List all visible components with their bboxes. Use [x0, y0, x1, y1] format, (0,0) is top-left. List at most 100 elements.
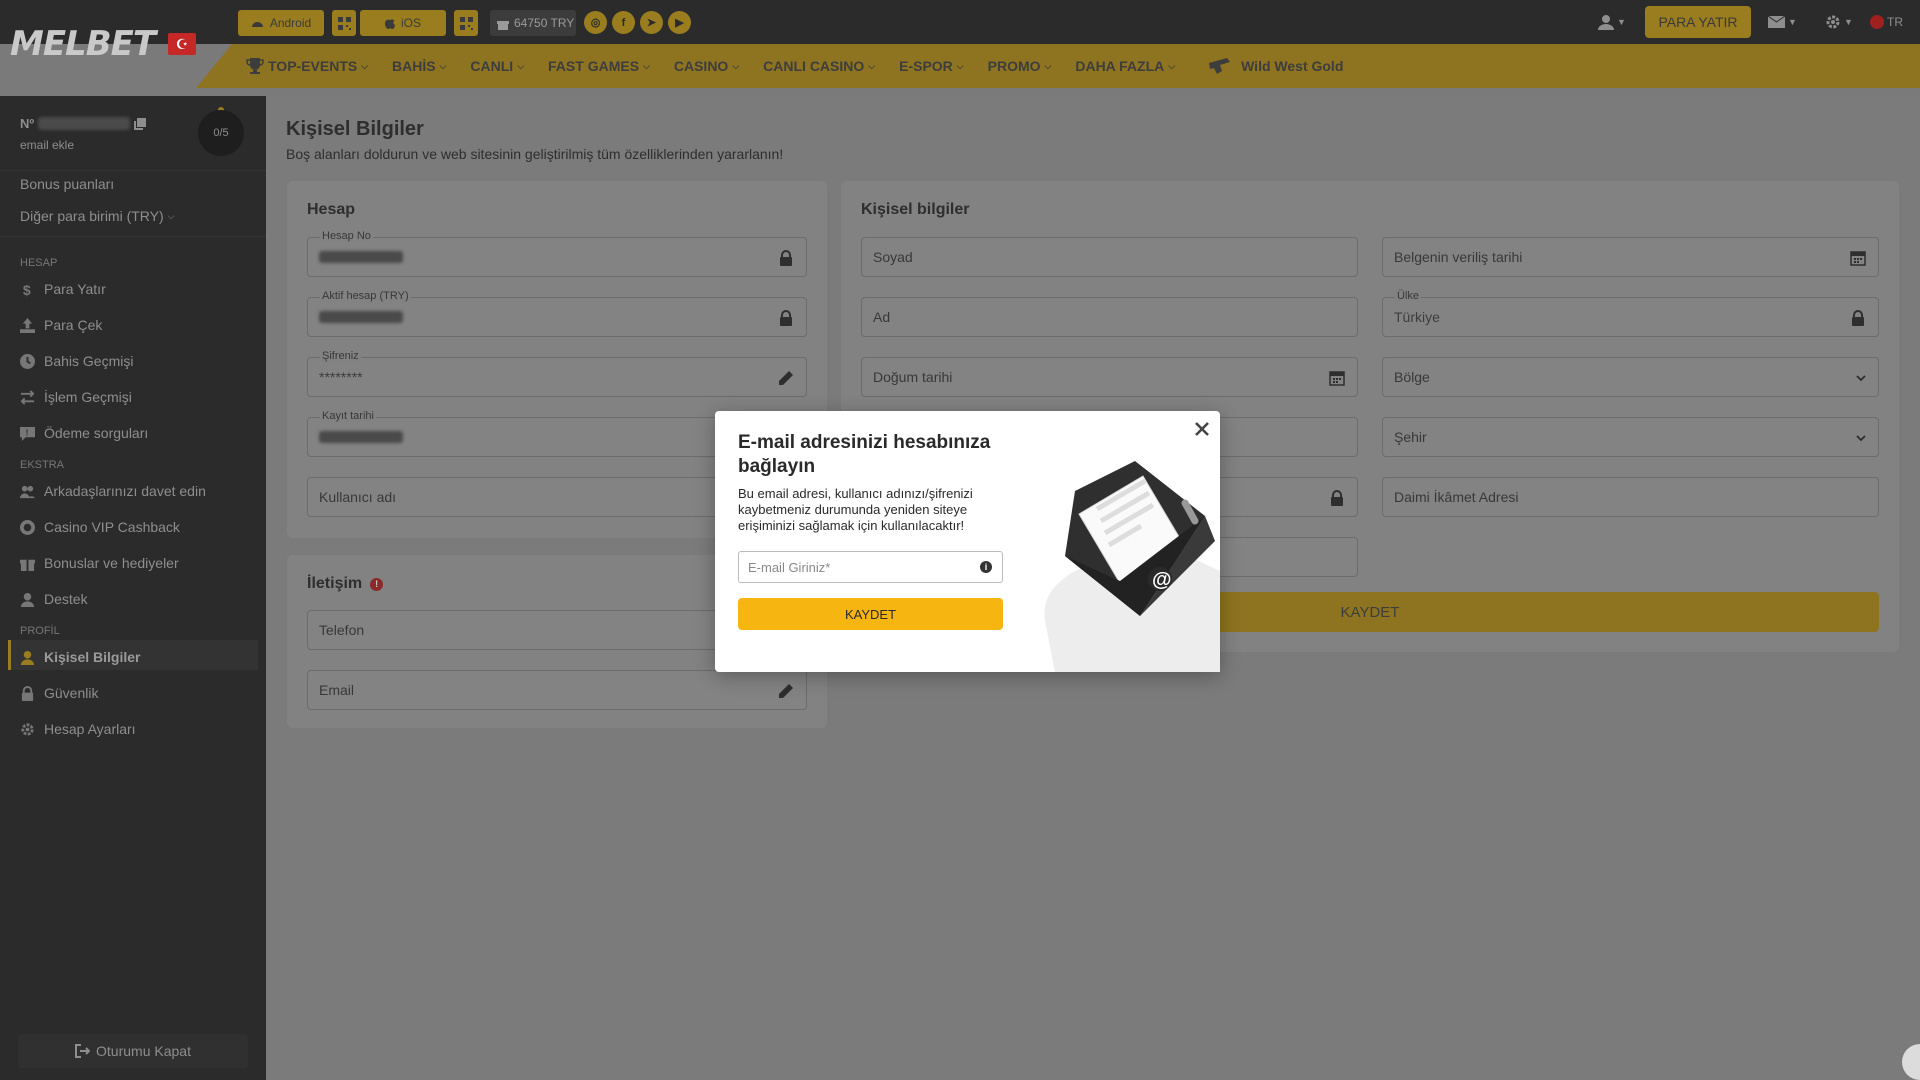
android-qr-button[interactable]	[332, 10, 356, 36]
password-value: ********	[319, 369, 363, 385]
nav-bahis[interactable]: BAHİS ⌵	[392, 58, 446, 74]
bonus-points-label: Bonus puanları	[20, 176, 115, 192]
field-label: Hesap No	[320, 230, 373, 242]
chevron-down-icon: ⌵	[361, 60, 369, 71]
transfer-arrows-icon	[20, 389, 35, 405]
personal-card-title: Kişisel bilgiler	[861, 201, 969, 219]
sidebar-item-casino-vip-cashback[interactable]: Casino VIP Cashback	[20, 519, 180, 535]
chevron-down-icon: ▼	[1844, 17, 1853, 27]
address-placeholder: Daimi İkâmet Adresi	[1394, 489, 1519, 505]
calendar-icon[interactable]	[1329, 370, 1345, 386]
nav-label: BAHİS	[392, 58, 436, 74]
issue-date-field[interactable]: Belgenin veriliş tarihi	[1382, 237, 1879, 277]
address-field[interactable]: Daimi İkâmet Adresi	[1382, 477, 1879, 517]
sidebar-item-label: Kişisel Bilgiler	[44, 649, 141, 665]
pencil-icon[interactable]	[778, 683, 794, 699]
gift-icon	[20, 559, 35, 571]
info-icon[interactable]: i	[980, 561, 992, 573]
nav-top-events[interactable]: TOP-EVENTS ⌵	[246, 58, 368, 74]
copy-icon[interactable]	[134, 117, 147, 130]
email-input[interactable]	[738, 551, 1003, 583]
profile-progress: 0/5	[198, 110, 244, 156]
birth-date-placeholder: Doğum tarihi	[873, 369, 953, 385]
chevron-down-icon: ⌵	[1044, 60, 1052, 71]
birth-date-field[interactable]: Doğum tarihi	[861, 357, 1358, 397]
nav-label: PROMO	[987, 58, 1041, 74]
user-icon	[20, 650, 35, 665]
sidebar-item-withdraw[interactable]: Para Çek	[20, 317, 102, 333]
card-title-text: Kişisel bilgiler	[861, 201, 970, 218]
sidebar-item-payment-queries[interactable]: ! Ödeme sorguları	[20, 425, 148, 441]
email-field[interactable]: Email	[307, 670, 807, 710]
melbet-logo[interactable]: MELBET	[10, 24, 156, 64]
sidebar-item-bonuses-gifts[interactable]: Bonuslar ve hediyeler	[20, 555, 179, 571]
pencil-icon[interactable]	[778, 370, 794, 386]
sidebar-item-label: Bahis Geçmişi	[44, 353, 134, 369]
nav-fast-games[interactable]: FAST GAMES ⌵	[548, 58, 650, 74]
hidden-value	[319, 251, 403, 263]
sidebar-item-label: Casino VIP Cashback	[44, 519, 180, 535]
city-select[interactable]: Şehir	[1382, 417, 1879, 457]
sidebar-item-transaction-history[interactable]: İşlem Geçmişi	[20, 389, 132, 405]
android-app-button[interactable]: Android	[238, 10, 324, 36]
close-button[interactable]	[1190, 417, 1214, 441]
sidebar-item-support[interactable]: Destek	[20, 591, 88, 607]
nav-wild-west-gold[interactable]: Wild West Gold	[1207, 57, 1343, 75]
hidden-value	[319, 431, 403, 443]
nav-daha-fazla[interactable]: DAHA FAZLA ⌵	[1075, 58, 1175, 74]
profile-menu-button[interactable]: ▼	[1598, 12, 1626, 32]
instagram-icon[interactable]: ◎	[584, 11, 607, 34]
sidebar-item-invite-friends[interactable]: Arkadaşlarınızı davet edin	[20, 483, 206, 499]
facebook-icon[interactable]: f	[612, 11, 635, 34]
main-navigation: TOP-EVENTS ⌵ BAHİS ⌵ CANLI ⌵ FAST GAMES ⌵ CA…	[196, 44, 1920, 88]
other-currency-dropdown[interactable]: Diğer para birimi (TRY) ⌵	[20, 208, 175, 224]
youtube-icon[interactable]: ▶	[668, 11, 691, 34]
lock-icon	[1852, 310, 1864, 326]
language-selector[interactable]: TR	[1870, 12, 1903, 32]
sidebar-item-deposit[interactable]: $ Para Yatır	[20, 281, 106, 297]
surname-placeholder: Soyad	[873, 249, 913, 265]
chevron-down-icon: ⌵	[868, 60, 876, 71]
bonus-points-link[interactable]: Bonus puanları	[20, 176, 114, 192]
nav-canli-casino[interactable]: CANLI CASINO ⌵	[763, 58, 875, 74]
sidebar-item-account-settings[interactable]: Hesap Ayarları	[20, 721, 136, 737]
telegram-icon[interactable]: ➤	[640, 11, 663, 34]
name-field[interactable]: Ad	[861, 297, 1358, 337]
sidebar-item-bet-history[interactable]: Bahis Geçmişi	[20, 353, 133, 369]
ios-qr-button[interactable]	[454, 10, 478, 36]
pistol-icon	[1209, 58, 1231, 74]
deposit-button[interactable]: PARA YATIR	[1645, 6, 1751, 38]
region-select[interactable]: Bölge	[1382, 357, 1879, 397]
chevron-down-icon	[1856, 435, 1866, 442]
name-placeholder: Ad	[873, 309, 891, 325]
gift-amount: 64750 TRY	[514, 16, 575, 30]
ios-app-button[interactable]: iOS	[360, 10, 446, 36]
envelope-icon	[1768, 16, 1785, 28]
logout-button[interactable]: Oturumu Kapat	[18, 1034, 248, 1068]
nav-promo[interactable]: PROMO ⌵	[988, 58, 1052, 74]
save-email-button[interactable]: KAYDET	[738, 598, 1003, 630]
logout-icon	[75, 1044, 91, 1058]
nav-casino[interactable]: CASINO ⌵	[674, 58, 739, 74]
nav-e-spor[interactable]: E-SPOR ⌵	[899, 58, 964, 74]
sidebar: Nº email ekle 0/5 Bonus puanları Diğer p…	[0, 96, 266, 1080]
sidebar-item-label: Destek	[44, 591, 88, 607]
surname-field[interactable]: Soyad	[861, 237, 1358, 277]
settings-button[interactable]: ▼	[1825, 12, 1853, 32]
contact-card-title: İletişim !	[307, 575, 384, 593]
gift-balance-button[interactable]: 64750 TRY	[490, 10, 576, 36]
lock-icon	[780, 250, 792, 266]
issue-date-placeholder: Belgenin veriliş tarihi	[1394, 249, 1523, 265]
city-placeholder: Şehir	[1394, 429, 1427, 445]
link-email-modal: E-mail adresinizi hesabınıza bağlayın Bu…	[715, 411, 1220, 672]
nav-canli[interactable]: CANLI ⌵	[470, 58, 524, 74]
messages-button[interactable]: ▼	[1768, 12, 1797, 32]
clock-icon	[20, 353, 35, 369]
sidebar-item-security[interactable]: Güvenlik	[20, 685, 98, 701]
android-label: Android	[269, 16, 312, 30]
sidebar-item-personal-info[interactable]: Kişisel Bilgiler	[20, 649, 140, 665]
field-label: Kayıt tarihi	[320, 410, 376, 422]
lock-icon	[21, 685, 34, 701]
add-email-link[interactable]: email ekle	[20, 138, 74, 152]
calendar-icon[interactable]	[1850, 250, 1866, 266]
